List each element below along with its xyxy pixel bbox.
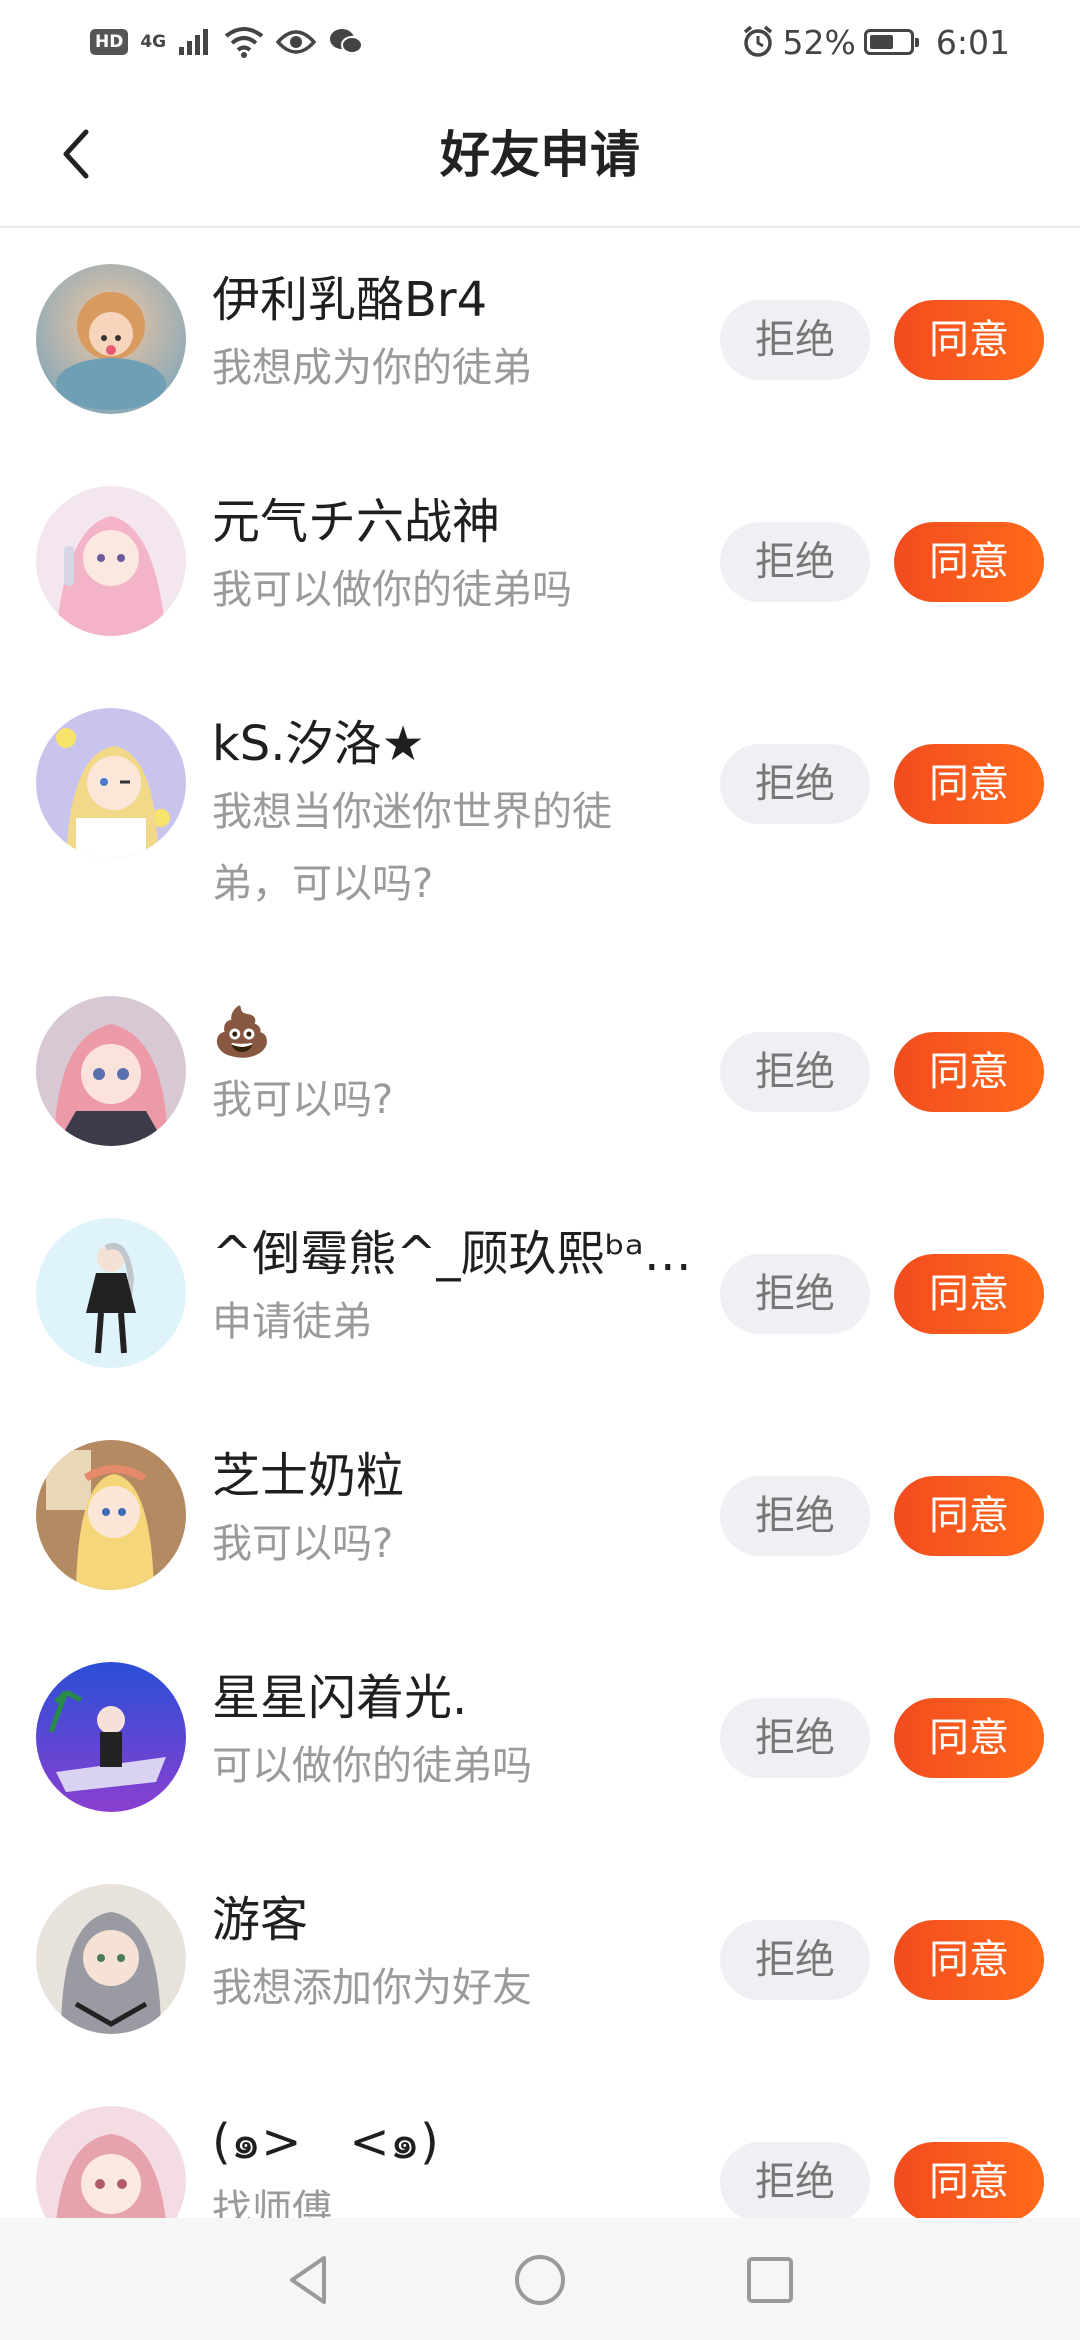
request-message: 可以做你的徒弟吗 xyxy=(212,1743,532,1789)
status-bar: HD 4G 52% 6:01 xyxy=(0,0,1080,86)
battery-icon xyxy=(863,29,919,55)
reject-button[interactable]: 拒绝 xyxy=(720,1920,870,2000)
row-text: 元气チ六战神 我可以做你的徒弟吗 xyxy=(212,490,692,626)
request-message: 我想当你迷你世界的徒弟，可以吗? xyxy=(212,789,612,907)
request-message: 我可以做你的徒弟吗 xyxy=(212,567,572,613)
requester-name: 伊利乳酪Br4 xyxy=(212,272,488,328)
requester-name: 元气チ六战神 xyxy=(212,494,501,550)
row-text: kS.汐洛★ 我想当你迷你世界的徒弟，可以吗? xyxy=(212,712,682,920)
row-text: 伊利乳酪Br4 我想成为你的徒弟 xyxy=(212,268,692,404)
reject-button[interactable]: 拒绝 xyxy=(720,1476,870,1556)
request-row: 元气チ六战神 我可以做你的徒弟吗 拒绝 同意 xyxy=(0,486,1080,636)
clock: 6:01 xyxy=(935,22,1010,62)
requester-name: 游客 xyxy=(212,1892,309,1948)
reject-button[interactable]: 拒绝 xyxy=(720,522,870,602)
accept-button[interactable]: 同意 xyxy=(894,300,1044,380)
accept-button[interactable]: 同意 xyxy=(894,744,1044,824)
wifi-icon xyxy=(224,27,264,58)
request-message: 我可以吗? xyxy=(212,1521,394,1567)
alarm-icon xyxy=(743,25,772,57)
battery-fill xyxy=(869,35,893,49)
avatar[interactable] xyxy=(36,708,186,858)
requester-name: ^倒霉熊^_顾玖熙ᵇᵃ… xyxy=(212,1226,692,1282)
reject-button[interactable]: 拒绝 xyxy=(720,1254,870,1334)
avatar[interactable] xyxy=(36,486,186,636)
accept-button[interactable]: 同意 xyxy=(894,1698,1044,1778)
reject-button[interactable]: 拒绝 xyxy=(720,744,870,824)
battery-percent: 52% xyxy=(782,22,856,62)
request-message: 申请徒弟 xyxy=(212,1299,372,1345)
request-row: 游客 我想添加你为好友 拒绝 同意 xyxy=(0,1884,1080,2034)
row-text: 游客 我想添加你为好友 xyxy=(212,1888,692,2024)
circle-home-icon[interactable] xyxy=(510,2250,570,2310)
reject-button[interactable]: 拒绝 xyxy=(720,1032,870,1112)
request-row: kS.汐洛★ 我想当你迷你世界的徒弟，可以吗? 拒绝 同意 xyxy=(0,708,1080,928)
row-text: ^倒霉熊^_顾玖熙ᵇᵃ… 申请徒弟 xyxy=(212,1222,692,1358)
avatar[interactable] xyxy=(36,1884,186,2034)
requester-name: (๑> <๑) xyxy=(212,2114,439,2170)
square-recent-icon[interactable] xyxy=(740,2250,800,2310)
row-text: 💩 我可以吗? xyxy=(212,1000,692,1136)
request-message: 我想成为你的徒弟 xyxy=(212,345,532,391)
row-text: 星星闪着光. 可以做你的徒弟吗 xyxy=(212,1666,692,1802)
row-text: 芝士奶粒 我可以吗? xyxy=(212,1444,692,1580)
avatar[interactable] xyxy=(36,264,186,414)
triangle-back-icon[interactable] xyxy=(280,2250,340,2310)
avatar[interactable] xyxy=(36,1218,186,1368)
request-row: 星星闪着光. 可以做你的徒弟吗 拒绝 同意 xyxy=(0,1662,1080,1812)
system-nav-bar xyxy=(0,2218,1080,2340)
avatar[interactable] xyxy=(36,1662,186,1812)
status-left: HD 4G xyxy=(90,22,364,62)
accept-button[interactable]: 同意 xyxy=(894,522,1044,602)
request-row: 芝士奶粒 我可以吗? 拒绝 同意 xyxy=(0,1440,1080,1590)
accept-button[interactable]: 同意 xyxy=(894,1254,1044,1334)
eye-icon xyxy=(276,30,317,54)
wechat-icon xyxy=(330,29,364,54)
requester-name: 芝士奶粒 xyxy=(212,1448,405,1504)
reject-button[interactable]: 拒绝 xyxy=(720,1698,870,1778)
requester-name: 星星闪着光. xyxy=(212,1670,468,1726)
accept-button[interactable]: 同意 xyxy=(894,2142,1044,2222)
network-type: 4G xyxy=(140,32,167,52)
accept-button[interactable]: 同意 xyxy=(894,1032,1044,1112)
status-right: 52% 6:01 xyxy=(741,20,1010,64)
requester-name: kS.汐洛★ xyxy=(212,716,425,772)
nav-header: 好友申请 xyxy=(0,86,1080,228)
request-message: 我可以吗? xyxy=(212,1077,394,1123)
request-row: ^倒霉熊^_顾玖熙ᵇᵃ… 申请徒弟 拒绝 同意 xyxy=(0,1218,1080,1368)
hd-badge: HD xyxy=(90,29,129,55)
page-title: 好友申请 xyxy=(440,126,640,184)
signal-icon xyxy=(179,29,209,55)
accept-button[interactable]: 同意 xyxy=(894,1920,1044,2000)
reject-button[interactable]: 拒绝 xyxy=(720,2142,870,2222)
friend-request-list[interactable]: 伊利乳酪Br4 我想成为你的徒弟 拒绝 同意 元气チ六战神 我可以做你的徒弟吗 … xyxy=(0,228,1080,2258)
requester-name: 💩 xyxy=(212,1004,272,1060)
avatar[interactable] xyxy=(36,996,186,1146)
request-message: 我想添加你为好友 xyxy=(212,1965,532,2011)
request-row: 💩 我可以吗? 拒绝 同意 xyxy=(0,996,1080,1146)
accept-button[interactable]: 同意 xyxy=(894,1476,1044,1556)
reject-button[interactable]: 拒绝 xyxy=(720,300,870,380)
request-row: 伊利乳酪Br4 我想成为你的徒弟 拒绝 同意 xyxy=(0,264,1080,414)
avatar[interactable] xyxy=(36,1440,186,1590)
